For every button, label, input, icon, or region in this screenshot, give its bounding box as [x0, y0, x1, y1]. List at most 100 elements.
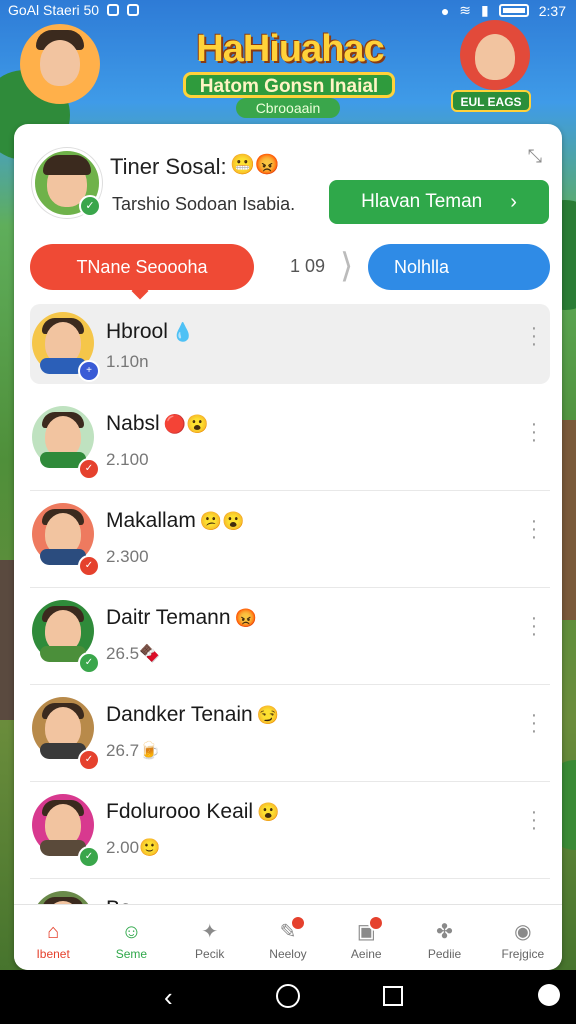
friend-meta: 2.100 [106, 450, 149, 469]
chevron-right-icon: › [510, 190, 517, 213]
recents-icon[interactable] [383, 986, 403, 1006]
back-icon[interactable]: ‹ [164, 982, 173, 1013]
tab-search[interactable]: TNane Seoooha [30, 244, 254, 290]
friend-row[interactable]: ✓ Nabsl 🔴😮 2.100 · · · [30, 394, 550, 491]
friend-name: Dandker Tenain 😏 [106, 703, 280, 726]
friend-status-icon: ✓ [78, 846, 100, 868]
profile-subtitle: Tarshio Sodoan Isabia. [112, 194, 296, 214]
android-navigation-bar: ‹ [0, 970, 576, 1024]
friend-avatar[interactable]: + [32, 312, 100, 382]
verified-icon: ✓ [79, 195, 101, 217]
status-bar: GoAl Staeri 50 ● ≋ ▮ 2:37 [0, 0, 576, 20]
friend-row[interactable]: + Hbrool 💧 1.10n · · · [30, 304, 550, 384]
profile-emoji: 😬😡 [230, 154, 280, 176]
signal-icon: ▮ [481, 2, 489, 18]
nav-item-4[interactable]: ▣ Aeine [327, 905, 405, 970]
friends-panel: ⤡ ✓ Tiner Sosal: 😬😡 Tarshio Sodoan Isabi… [14, 124, 562, 970]
home-circle-icon[interactable] [276, 984, 300, 1008]
friend-row[interactable]: ✓ Dandker Tenain 😏 26.7🍺 · · · [30, 685, 550, 782]
friend-emoji: 😏 [256, 705, 280, 725]
more-options-icon[interactable]: ··· [530, 318, 538, 354]
add-friend-label: Hlavan Teman [361, 191, 483, 212]
events-badge[interactable]: EUL EAGS [451, 90, 531, 112]
person-icon: ◉ [514, 921, 532, 943]
friend-status-icon: ✓ [78, 749, 100, 771]
nav-label: Aeine [350, 947, 382, 961]
smile-icon: ☺ [121, 921, 142, 943]
elephant-icon: ✎ [274, 915, 306, 945]
more-options-icon[interactable]: ··· [530, 608, 538, 644]
friend-list: + Hbrool 💧 1.10n · · · ✓ Nabsl 🔴😮 2.100 · · · ✓ Makalla… [30, 304, 550, 970]
notification-icon [107, 4, 120, 16]
nav-label: Pediie [427, 947, 462, 961]
friend-name: Hbrool 💧 [106, 320, 195, 343]
nav-item-1[interactable]: ☺ Seme [92, 905, 170, 970]
profile-avatar[interactable]: ✓ [32, 148, 102, 218]
friend-status-icon: + [78, 360, 100, 382]
friend-meta: 26.7🍺 [106, 741, 161, 760]
hero-character-left [20, 24, 100, 104]
friend-row[interactable]: ✓ Daitr Temann 😡 26.5🍫 · · · [30, 588, 550, 685]
friend-meta: 26.5🍫 [106, 644, 161, 663]
battery-icon [498, 4, 529, 17]
nav-item-0[interactable]: ⌂ Ibenet [14, 905, 92, 970]
friend-emoji: 🔴😮 [163, 414, 209, 434]
nav-label: Ibenet [36, 947, 70, 961]
chat-icon: ▣ [352, 915, 385, 945]
friend-emoji: 😮 [257, 802, 280, 822]
friend-status-icon: ✓ [78, 458, 100, 480]
friend-avatar[interactable]: ✓ [32, 406, 100, 480]
nav-item-5[interactable]: ✤ Pediie [405, 905, 483, 970]
game-assist-icon[interactable] [538, 984, 560, 1006]
friend-row[interactable]: ✓ Fdolurooo Keail 😮 2.00🙂 · · · [30, 782, 550, 879]
location-icon: ● [440, 2, 450, 19]
more-options-icon[interactable]: ··· [530, 705, 538, 741]
friend-count: 1 09 [290, 256, 326, 276]
close-icon[interactable]: ⤡ [528, 146, 544, 167]
game-header: HaHiuahac Hatom Gonsn Inaial Cbrooaain E… [0, 20, 576, 125]
nav-item-3[interactable]: ✎ Neeloy [249, 905, 327, 970]
nav-label: Neeloy [269, 947, 307, 961]
nav-item-2[interactable]: ✦ Pecik [171, 905, 249, 970]
status-carrier-text: GoAl Staeri 50 [8, 2, 100, 18]
friend-avatar[interactable]: ✓ [32, 600, 100, 674]
friend-name: Makallam 😕😮 [106, 509, 245, 532]
segment-divider: ⟩ [340, 247, 354, 285]
friend-row[interactable]: ✓ Makallam 😕😮 2.300 · · · [30, 491, 550, 588]
friend-meta: 2.300 [106, 547, 149, 566]
friend-emoji: 😡 [234, 608, 257, 628]
friend-name: Fdolurooo Keail 😮 [106, 800, 280, 823]
badge-icon: ✦ [201, 921, 219, 943]
friend-emoji: 💧 [171, 322, 195, 342]
bottom-navigation: ⌂ Ibenet ☺ Seme ✦ Pecik ✎ Neeloy ▣ Aeine ✤ Pediie ◉ F… [14, 904, 562, 970]
nav-label: Frejgice [501, 947, 545, 961]
friend-meta: 1.10n [106, 352, 149, 371]
tab-notifications[interactable]: Nolhlla [368, 244, 550, 290]
security-icon [127, 4, 140, 16]
friend-emoji: 😕😮 [199, 511, 245, 531]
nav-label: Pecik [195, 947, 225, 961]
notification-dot-icon [368, 915, 385, 931]
friend-name: Nabsl 🔴😮 [106, 412, 209, 435]
game-logo-badge: Cbrooaain [236, 98, 340, 118]
friend-avatar[interactable]: ✓ [32, 697, 100, 771]
more-options-icon[interactable]: ··· [530, 802, 538, 838]
friend-avatar[interactable]: ✓ [32, 503, 100, 577]
more-options-icon[interactable]: ··· [530, 414, 538, 450]
friend-avatar[interactable]: ✓ [32, 794, 100, 868]
game-logo-title: HaHiuahac [196, 28, 384, 70]
game-logo-subtitle: Hatom Gonsn Inaial [183, 72, 395, 98]
home-icon: ⌂ [47, 921, 60, 943]
friend-status-icon: ✓ [78, 652, 100, 674]
friend-status-icon: ✓ [78, 555, 100, 577]
nav-label: Seme [115, 947, 148, 961]
friend-name: Daitr Temann 😡 [106, 606, 257, 629]
add-friend-button[interactable]: Hlavan Teman › [329, 180, 549, 224]
status-time: 2:37 [538, 2, 566, 19]
puzzle-icon: ✤ [436, 921, 453, 943]
profile-name: Tiner Sosal: [110, 154, 227, 179]
notification-dot-icon [289, 915, 306, 931]
more-options-icon[interactable]: ··· [530, 511, 538, 547]
hero-character-right [460, 20, 530, 90]
nav-item-6[interactable]: ◉ Frejgice [484, 905, 562, 970]
